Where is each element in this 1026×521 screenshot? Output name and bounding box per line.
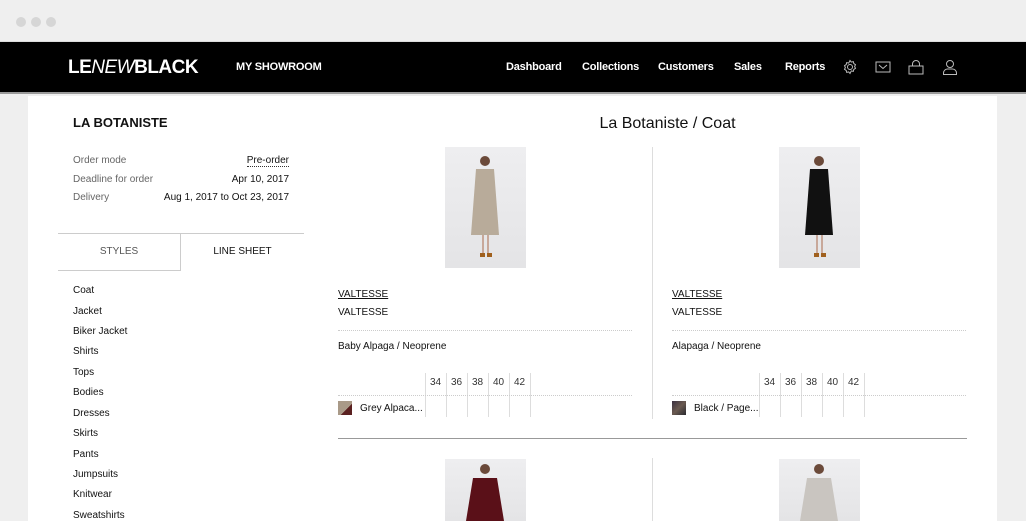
logo-le: LE bbox=[68, 57, 92, 78]
size-grid-line bbox=[672, 395, 966, 396]
product-brand-link-2[interactable]: VALTESSE bbox=[672, 289, 722, 300]
category-jacket[interactable]: Jacket bbox=[73, 306, 102, 317]
delivery-row: Delivery Aug 1, 2017 to Oct 23, 2017 bbox=[73, 192, 289, 203]
size-34: 34 bbox=[763, 377, 776, 388]
delivery-value: Aug 1, 2017 to Oct 23, 2017 bbox=[163, 192, 289, 203]
brand-title: LA BOTANISTE bbox=[73, 115, 168, 130]
product-separator-2 bbox=[672, 330, 966, 331]
category-skirts[interactable]: Skirts bbox=[73, 428, 98, 439]
category-coat[interactable]: Coat bbox=[73, 285, 94, 296]
product-image-2[interactable] bbox=[779, 147, 860, 268]
logo-black: BLACK bbox=[134, 57, 199, 78]
category-jumpsuits[interactable]: Jumpsuits bbox=[73, 469, 118, 480]
size-38: 38 bbox=[805, 377, 818, 388]
logo[interactable]: LENEWBLACK bbox=[68, 57, 199, 79]
size-42: 42 bbox=[513, 377, 526, 388]
category-shirts[interactable]: Shirts bbox=[73, 346, 99, 357]
category-sweatshirts[interactable]: Sweatshirts bbox=[73, 510, 125, 521]
size-grid-line bbox=[338, 395, 632, 396]
product-separator-1 bbox=[338, 330, 632, 331]
color-swatch-2[interactable] bbox=[672, 401, 686, 415]
product-image-3[interactable] bbox=[445, 459, 526, 521]
category-dresses[interactable]: Dresses bbox=[73, 408, 110, 419]
size-36: 36 bbox=[784, 377, 797, 388]
size-grid-2: 34 36 38 40 42 Black / Page... bbox=[672, 373, 966, 417]
mail-icon[interactable] bbox=[874, 58, 892, 76]
product-name-1: VALTESSE bbox=[338, 307, 389, 318]
nav-collections[interactable]: Collections bbox=[582, 61, 639, 73]
window-maximize-dot[interactable] bbox=[46, 17, 56, 27]
tab-line-sheet[interactable]: LINE SHEET bbox=[181, 234, 304, 271]
color-name-2[interactable]: Black / Page... bbox=[694, 403, 758, 414]
main-title: La Botaniste / Coat bbox=[599, 115, 736, 132]
gear-icon[interactable] bbox=[841, 58, 859, 76]
size-36: 36 bbox=[450, 377, 463, 388]
column-divider bbox=[652, 147, 653, 419]
model-figure bbox=[800, 464, 838, 521]
model-figure bbox=[466, 464, 504, 521]
deadline-row: Deadline for order Apr 10, 2017 bbox=[73, 174, 289, 185]
size-42: 42 bbox=[847, 377, 860, 388]
size-grid-1: 34 36 38 40 42 Grey Alpaca... bbox=[338, 373, 632, 417]
window-minimize-dot[interactable] bbox=[31, 17, 41, 27]
category-tops[interactable]: Tops bbox=[73, 367, 94, 378]
column-divider-2 bbox=[652, 458, 653, 521]
page-content: LA BOTANISTE Order mode Pre-order Deadli… bbox=[28, 96, 997, 521]
nav-reports[interactable]: Reports bbox=[785, 61, 825, 73]
product-brand-link-1[interactable]: VALTESSE bbox=[338, 289, 388, 300]
order-mode-value[interactable]: Pre-order bbox=[246, 155, 289, 167]
deadline-label: Deadline for order bbox=[73, 174, 154, 185]
size-40: 40 bbox=[826, 377, 839, 388]
order-mode-label: Order mode bbox=[73, 155, 127, 166]
category-bodies[interactable]: Bodies bbox=[73, 387, 104, 398]
color-swatch-1[interactable] bbox=[338, 401, 352, 415]
category-biker-jacket[interactable]: Biker Jacket bbox=[73, 326, 127, 337]
bag-icon[interactable] bbox=[907, 58, 925, 76]
sidebar-tabs: STYLES LINE SHEET bbox=[58, 233, 304, 271]
model-figure bbox=[471, 156, 499, 257]
size-34: 34 bbox=[429, 377, 442, 388]
browser-chrome bbox=[0, 0, 1026, 42]
logo-new: NEW bbox=[91, 57, 135, 78]
deadline-value: Apr 10, 2017 bbox=[231, 174, 289, 185]
product-name-2: VALTESSE bbox=[672, 307, 723, 318]
model-figure bbox=[805, 156, 833, 257]
nav-customers[interactable]: Customers bbox=[658, 61, 714, 73]
product-material-2: Alapaga / Neoprene bbox=[672, 341, 761, 352]
product-image-4[interactable] bbox=[779, 459, 860, 521]
tab-styles[interactable]: STYLES bbox=[58, 234, 181, 271]
user-icon[interactable] bbox=[941, 58, 959, 76]
nav-my-showroom[interactable]: MY SHOWROOM bbox=[236, 61, 322, 73]
product-image-1[interactable] bbox=[445, 147, 526, 268]
nav-sales[interactable]: Sales bbox=[734, 61, 762, 73]
delivery-label: Delivery bbox=[73, 192, 110, 203]
nav-dashboard[interactable]: Dashboard bbox=[506, 61, 562, 73]
size-38: 38 bbox=[471, 377, 484, 388]
order-mode-row: Order mode Pre-order bbox=[73, 155, 289, 167]
color-name-1[interactable]: Grey Alpaca... bbox=[360, 403, 423, 414]
category-knitwear[interactable]: Knitwear bbox=[73, 489, 112, 500]
top-navbar: LENEWBLACK MY SHOWROOM Dashboard Collect… bbox=[0, 42, 1026, 94]
size-40: 40 bbox=[492, 377, 505, 388]
category-pants[interactable]: Pants bbox=[73, 449, 99, 460]
window-close-dot[interactable] bbox=[16, 17, 26, 27]
product-material-1: Baby Alpaga / Neoprene bbox=[338, 341, 447, 352]
row-divider bbox=[338, 438, 967, 439]
